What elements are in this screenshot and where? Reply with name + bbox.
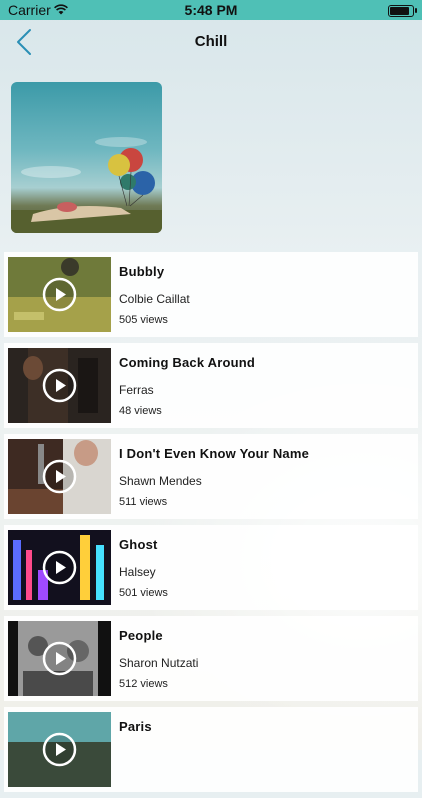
play-icon[interactable] (42, 641, 77, 676)
play-icon[interactable] (42, 550, 77, 585)
video-thumbnail[interactable] (8, 257, 111, 332)
song-artist: Ferras (119, 383, 154, 397)
video-thumbnail[interactable] (8, 530, 111, 605)
page-title: Chill (194, 33, 228, 50)
song-artist: Shawn Mendes (119, 474, 202, 488)
song-title: Paris (119, 719, 152, 734)
song-views: 511 views (119, 496, 168, 508)
song-title: People (119, 628, 163, 643)
song-artist: Halsey (119, 565, 156, 579)
song-title: Bubbly (119, 264, 165, 279)
song-row-2[interactable]: Coming Back Around Ferras 48 views (4, 343, 418, 428)
video-thumbnail[interactable] (8, 439, 111, 514)
song-row-1[interactable]: Bubbly Colbie Caillat 505 views (4, 252, 418, 337)
status-bar: Carrier 5:48 PM (0, 0, 422, 20)
battery-icon (388, 5, 417, 17)
song-title: Coming Back Around (119, 355, 256, 370)
song-views: 505 views (119, 314, 168, 326)
play-icon[interactable] (42, 277, 77, 312)
play-icon[interactable] (42, 368, 77, 403)
video-thumbnail[interactable] (8, 348, 111, 423)
song-views: 512 views (119, 678, 168, 690)
battery-fill (390, 7, 409, 15)
song-row-5[interactable]: People Sharon Nutzati 512 views (4, 616, 418, 701)
song-views: 501 views (119, 587, 168, 599)
nav-bar: Chill (0, 20, 422, 64)
song-artist: Colbie Caillat (119, 292, 190, 306)
status-time: 5:48 PM (184, 2, 238, 18)
playlist-cover-image (11, 82, 162, 233)
play-icon[interactable] (42, 459, 77, 494)
song-artist: Sharon Nutzati (119, 656, 199, 670)
song-title: Ghost (119, 537, 158, 552)
song-list: Bubbly Colbie Caillat 505 views Coming B… (4, 252, 418, 798)
song-row-3[interactable]: I Don't Even Know Your Name Shawn Mendes… (4, 434, 418, 519)
song-row-4[interactable]: Ghost Halsey 501 views (4, 525, 418, 610)
cover-artwork (11, 137, 162, 233)
song-views: 48 views (119, 405, 162, 417)
video-thumbnail[interactable] (8, 621, 111, 696)
song-title: I Don't Even Know Your Name (119, 446, 310, 461)
